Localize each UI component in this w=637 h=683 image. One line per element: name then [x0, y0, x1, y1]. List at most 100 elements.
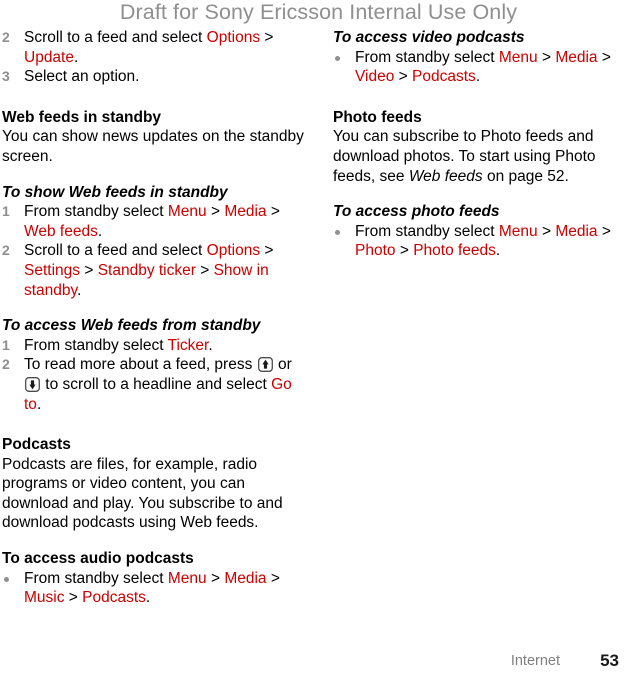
step-text: From standby select Ticker.: [24, 337, 213, 354]
nav-key-up-icon: [257, 357, 273, 373]
ui-path-token: Menu: [498, 48, 538, 66]
ui-path-token: Podcasts: [412, 68, 476, 86]
ui-path-token: Menu: [498, 222, 538, 240]
text-token: From standby select: [24, 336, 168, 354]
ui-path-token: Music: [24, 589, 65, 607]
section-body-segment: on page 52.: [482, 167, 569, 185]
step-number: 3: [2, 68, 10, 85]
task-heading-access-web-feeds-standby: To access Web feeds from standby: [2, 317, 261, 335]
bullet-icon: [4, 576, 9, 582]
task-step-list-audio-podcasts: From standby select Menu > Media > Music…: [2, 569, 304, 608]
cross-reference-web-feeds: Web feeds: [408, 167, 483, 185]
text-token: .: [208, 336, 213, 354]
left-column: 2 Scroll to a feed and select Options > …: [2, 28, 304, 608]
step-text: To read more about a feed, press or to s…: [24, 356, 292, 412]
list-item: From standby select Menu > Media > Photo…: [333, 222, 635, 261]
text-token: >: [206, 203, 225, 221]
text-token: >: [266, 203, 280, 221]
text-token: >: [64, 589, 83, 607]
right-column: To access video podcasts From standby se…: [333, 28, 635, 261]
ui-path-token: Media: [555, 48, 598, 66]
manual-page: Draft for Sony Ericsson Internal Use Onl…: [0, 0, 637, 683]
draft-watermark: Draft for Sony Ericsson Internal Use Onl…: [119, 0, 518, 24]
text-token: >: [260, 29, 274, 46]
text-token: >: [260, 242, 274, 260]
text-token: .: [97, 222, 103, 240]
task-heading-access-video-podcasts: To access video podcasts: [333, 29, 525, 46]
ui-path-token: Media: [224, 569, 267, 587]
ui-path-token: Photo feeds: [413, 242, 496, 260]
step-number: 2: [2, 242, 10, 259]
text-token: Scroll to a feed and select: [24, 242, 207, 260]
list-item: 2 To read more about a feed, press or to…: [2, 355, 304, 414]
section-heading-photo-feeds: Photo feeds: [333, 108, 422, 126]
task-heading-access-photo-feeds: To access photo feeds: [333, 203, 500, 221]
ui-path-token: Video: [355, 68, 395, 86]
text-token: From standby select: [355, 48, 499, 66]
text-token: .: [77, 281, 82, 299]
step-number: 2: [2, 29, 10, 45]
ui-path-token: Standby ticker: [97, 261, 196, 279]
text-token: >: [537, 48, 556, 66]
task-step-list-photo-feeds: From standby select Menu > Media > Photo…: [333, 222, 635, 261]
list-item: 1 From standby select Ticker.: [2, 336, 304, 356]
task-step-list-access-web-feeds: 1 From standby select Ticker. 2 To read …: [2, 336, 304, 414]
ui-path-token: Menu: [167, 203, 207, 221]
nav-key-down-icon: [25, 376, 40, 392]
task-step-list-video-podcasts: From standby select Menu > Media > Video…: [333, 48, 635, 87]
page-footer: Internet 53: [0, 649, 637, 671]
step-text: Scroll to a feed and select Options > Up…: [24, 29, 273, 66]
task-heading-access-audio-podcasts: To access audio podcasts: [2, 550, 194, 568]
step-text: From standby select Menu > Media > Photo…: [355, 223, 611, 260]
ui-path-token: Options: [206, 29, 261, 46]
text-token: .: [475, 68, 481, 86]
text-token: Select an option.: [24, 68, 140, 86]
section-body-photo-feeds: You can subscribe to Photo feeds and dow…: [333, 127, 635, 186]
section-body-podcasts: Podcasts are files, for example, radio p…: [2, 455, 283, 532]
task-heading-show-web-feeds: To show Web feeds in standby: [2, 183, 228, 201]
step-text: From standby select Menu > Media > Web f…: [24, 203, 280, 240]
section-heading-podcasts: Podcasts: [2, 436, 71, 454]
footer-page-number: 53: [600, 651, 619, 670]
text-token: Scroll to a feed and select: [24, 29, 207, 46]
text-token: From standby select: [24, 569, 168, 587]
step-number: 1: [2, 203, 10, 220]
list-item: From standby select Menu > Media > Music…: [2, 569, 304, 608]
step-text-segment: to scroll to a headline and select: [41, 375, 272, 393]
step-text: From standby select Menu > Media > Music…: [24, 570, 280, 607]
bullet-icon: [335, 229, 340, 235]
ui-path-token: Ticker: [167, 336, 209, 354]
text-token: >: [537, 222, 556, 240]
ui-path-token: Podcasts: [82, 589, 146, 607]
text-token: >: [266, 569, 280, 587]
step-text: Scroll to a feed and select Options > Se…: [24, 242, 273, 298]
ui-path-token: Settings: [24, 261, 81, 279]
ui-path-token: Options: [206, 242, 261, 260]
step-number: 2: [2, 356, 10, 373]
step-text-segment: To read more about a feed, press: [24, 356, 257, 374]
step-text-segment: .: [36, 395, 42, 413]
text-token: .: [495, 242, 501, 260]
ui-path-token: Media: [224, 203, 267, 221]
text-token: >: [80, 261, 98, 279]
ui-path-token: Photo: [355, 242, 396, 260]
footer-chapter-label: Internet: [510, 653, 560, 669]
section-heading-web-feeds-in-standby: Web feeds in standby: [2, 108, 162, 126]
list-item: 1 From standby select Menu > Media > Web…: [2, 202, 304, 241]
page-columns: 2 Scroll to a feed and select Options > …: [0, 28, 637, 628]
bullet-icon: [335, 55, 340, 61]
task-step-list-show-web-feeds: 1 From standby select Menu > Media > Web…: [2, 202, 304, 300]
section-body-web-feeds-in-standby: You can show news updates on the standby…: [2, 128, 304, 165]
list-item: 3 Select an option.: [2, 67, 304, 87]
continued-step-list: 2 Scroll to a feed and select Options > …: [2, 28, 304, 87]
step-text-segment: or: [273, 356, 292, 374]
text-token: From standby select: [355, 222, 499, 240]
list-item: 2 Scroll to a feed and select Options > …: [2, 241, 304, 300]
ui-path-token: Update: [24, 48, 74, 66]
ui-path-token: Web feeds: [24, 222, 98, 240]
ui-path-token: Media: [555, 222, 598, 240]
list-item: From standby select Menu > Media > Video…: [333, 48, 635, 87]
text-token: .: [145, 589, 151, 607]
text-token: >: [395, 242, 414, 260]
text-token: >: [206, 569, 225, 587]
